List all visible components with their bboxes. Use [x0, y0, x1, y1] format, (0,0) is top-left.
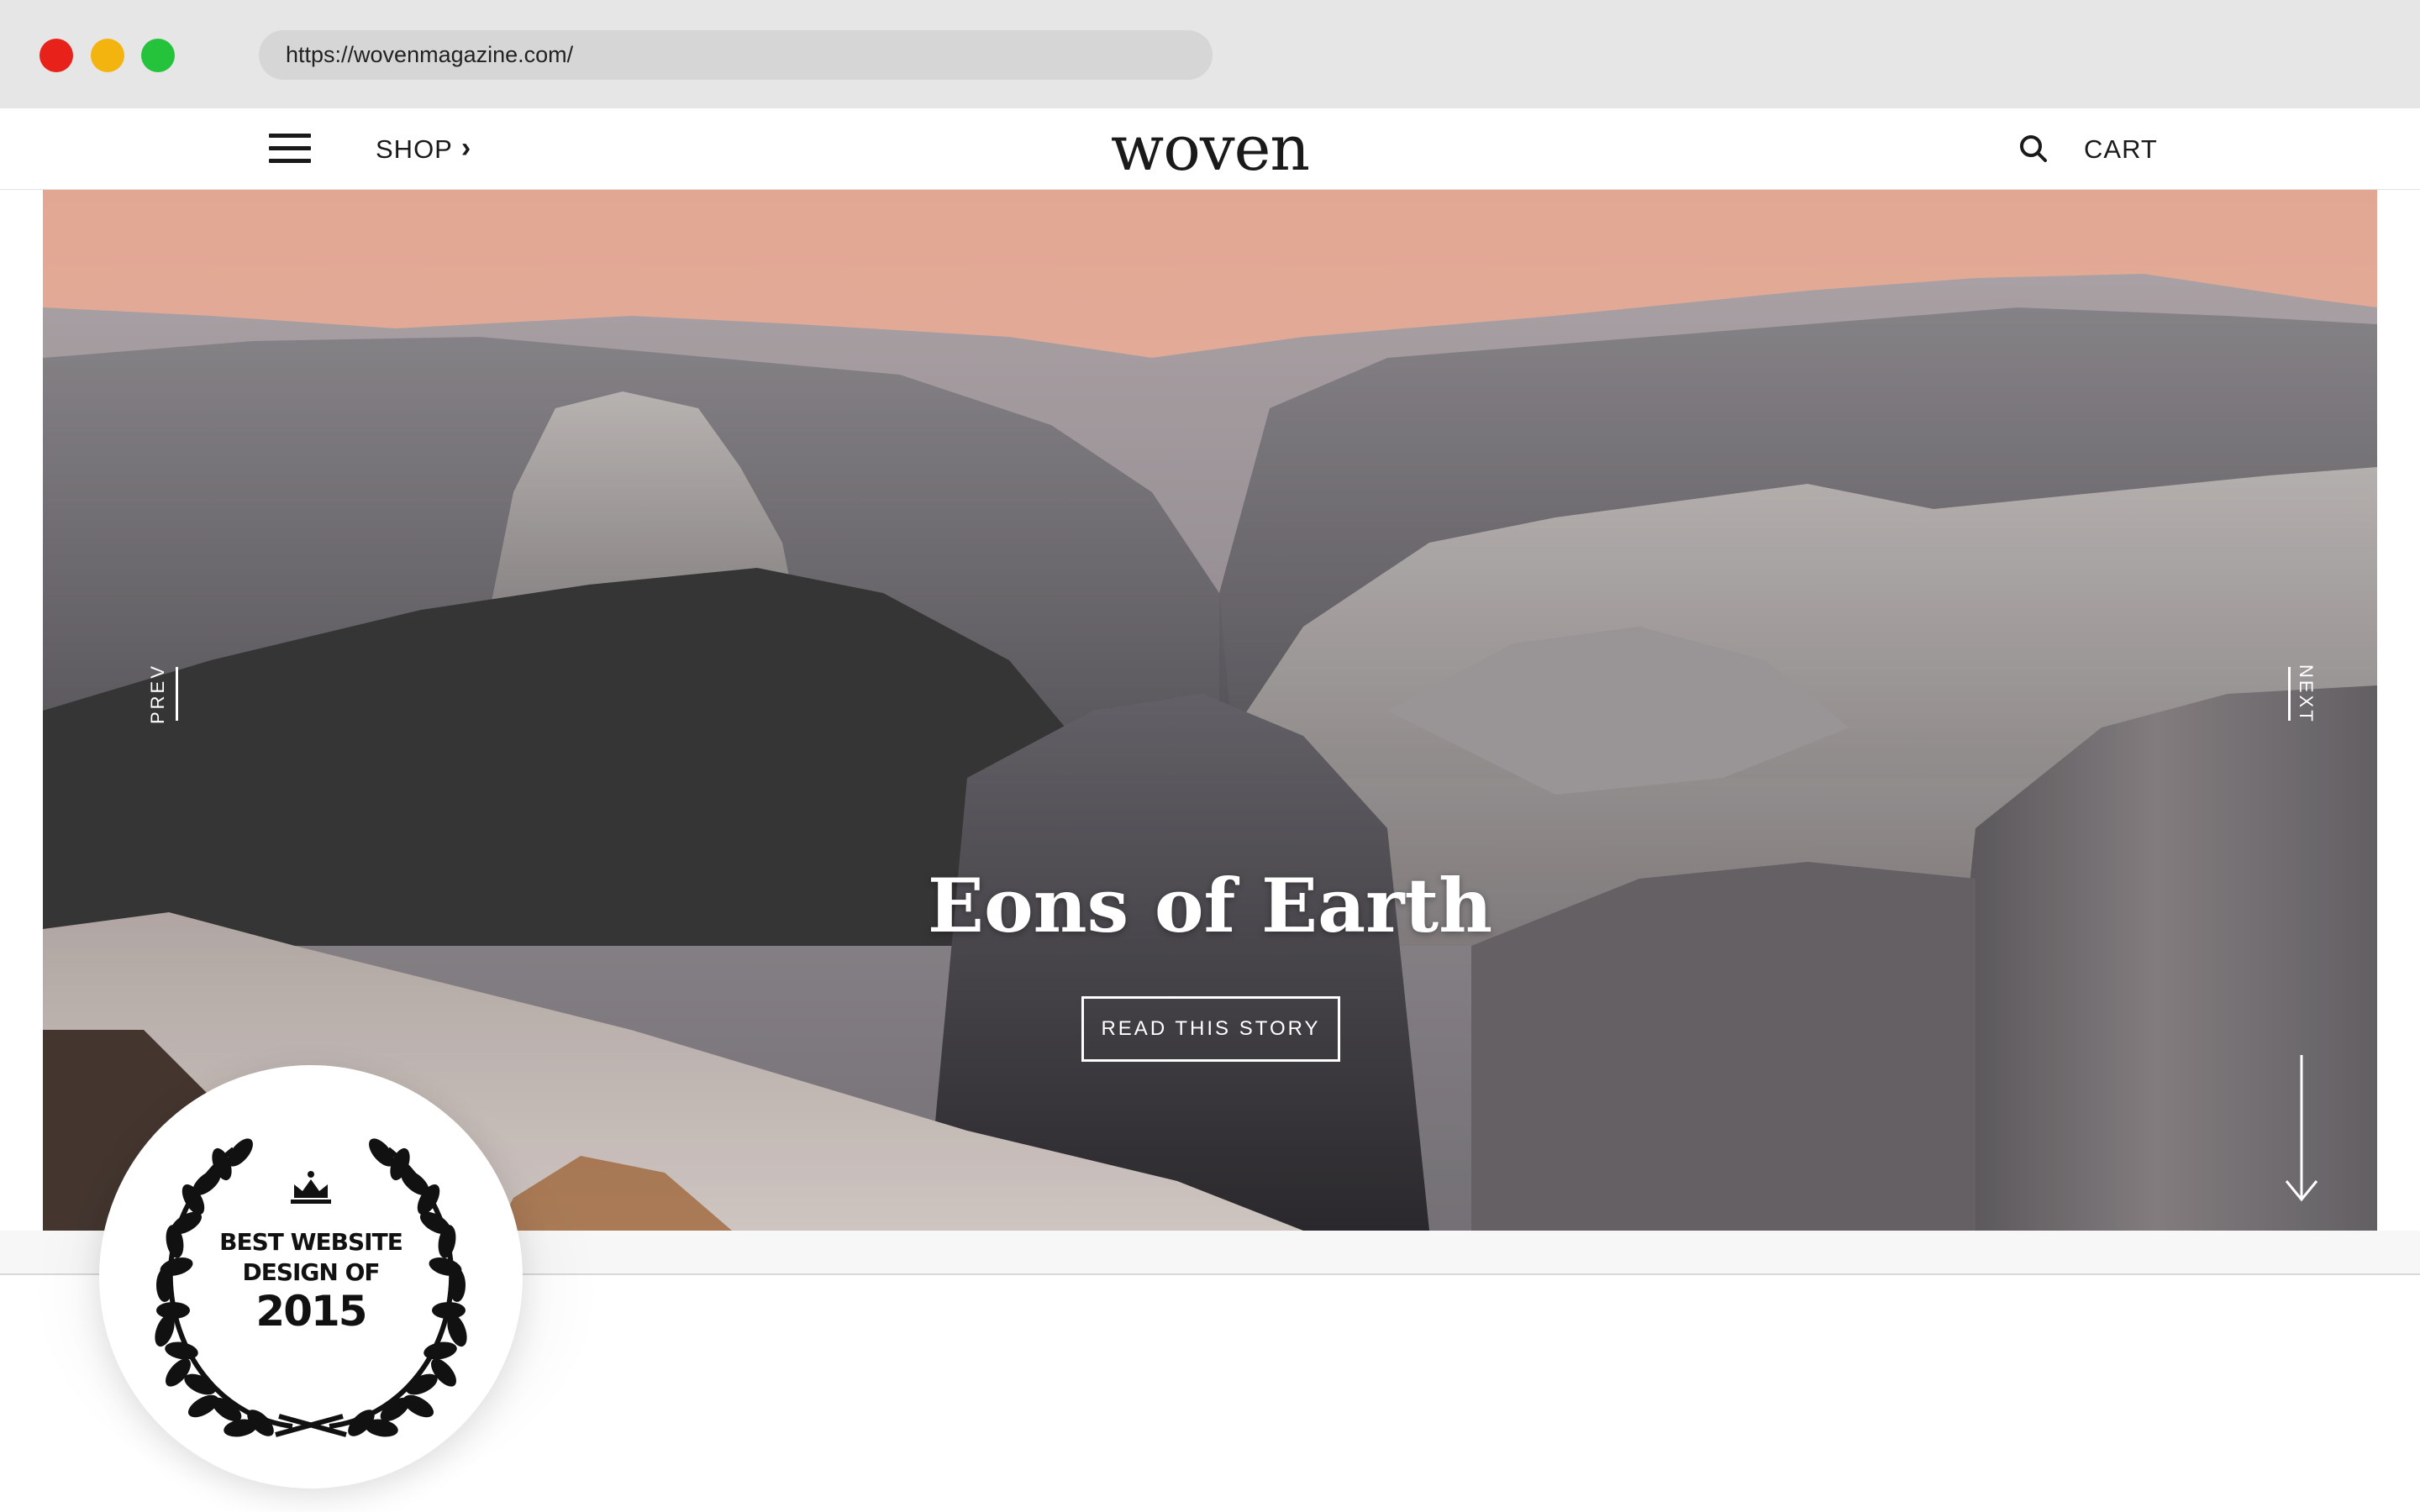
maximize-window-button[interactable]	[141, 39, 175, 72]
prev-label: PREV	[147, 664, 168, 724]
badge-line-2: DESIGN OF	[242, 1258, 380, 1286]
next-divider	[2288, 667, 2291, 721]
award-badge: BEST WEBSITE DESIGN OF 2015	[99, 1065, 523, 1488]
shop-link[interactable]: SHOP ›	[376, 108, 471, 190]
site-header: SHOP › woven CART	[0, 108, 2420, 190]
address-bar[interactable]: https://wovenmagazine.com/	[259, 30, 1213, 80]
chevron-right-icon: ›	[460, 131, 471, 164]
shop-label: SHOP	[376, 134, 453, 164]
read-story-button[interactable]: READ THIS STORY	[1081, 996, 1340, 1062]
address-bar-url: https://wovenmagazine.com/	[286, 42, 574, 67]
prev-divider	[176, 667, 178, 721]
minimize-window-button[interactable]	[91, 39, 124, 72]
crown-icon	[291, 1171, 331, 1204]
search-icon[interactable]	[2017, 132, 2050, 165]
badge-year: 2015	[255, 1287, 367, 1336]
browser-chrome: https://wovenmagazine.com/	[0, 0, 2420, 108]
hero-title: Eons of Earth	[927, 862, 1493, 949]
close-window-button[interactable]	[39, 39, 73, 72]
site-logo[interactable]: woven	[1084, 108, 1336, 190]
next-slide-button[interactable]: NEXT	[2261, 660, 2345, 727]
prev-slide-button[interactable]: PREV	[122, 660, 206, 727]
cart-link[interactable]: CART	[2084, 108, 2158, 190]
arrow-down-icon[interactable]	[2278, 1055, 2325, 1206]
hamburger-menu-icon[interactable]	[269, 134, 311, 164]
next-label: NEXT	[2296, 664, 2317, 724]
badge-line-1: BEST WEBSITE	[219, 1228, 403, 1256]
